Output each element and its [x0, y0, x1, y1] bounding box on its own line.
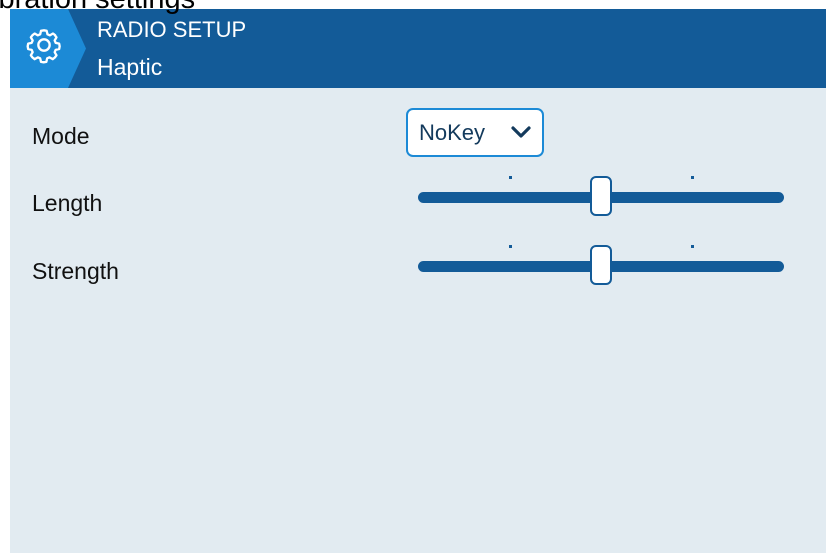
slider-tick	[691, 245, 694, 248]
mode-dropdown[interactable]: NoKey	[406, 108, 544, 157]
header-menu-button[interactable]	[10, 9, 86, 88]
slider-thumb[interactable]	[590, 176, 612, 216]
slider-tick	[509, 245, 512, 248]
slider-thumb[interactable]	[590, 245, 612, 285]
gear-icon	[26, 29, 61, 64]
slider-tick	[509, 176, 512, 179]
mode-label: Mode	[32, 123, 90, 149]
page-root: RADIO SETUP Haptic Mode NoKey Length Str…	[0, 0, 826, 553]
header-bar: RADIO SETUP Haptic	[10, 9, 826, 88]
length-slider[interactable]	[418, 176, 786, 218]
strength-slider[interactable]	[418, 245, 786, 287]
page-subtitle: Haptic	[97, 54, 163, 80]
caption-text: ibration settings	[0, 0, 195, 14]
mode-dropdown-value: NoKey	[419, 120, 486, 145]
strength-label: Strength	[32, 258, 119, 284]
chevron-down-icon	[511, 126, 531, 138]
length-label: Length	[32, 190, 103, 216]
page-title: RADIO SETUP	[97, 17, 247, 42]
slider-tick	[691, 176, 694, 179]
radio-screen: RADIO SETUP Haptic Mode NoKey Length Str…	[10, 9, 826, 553]
